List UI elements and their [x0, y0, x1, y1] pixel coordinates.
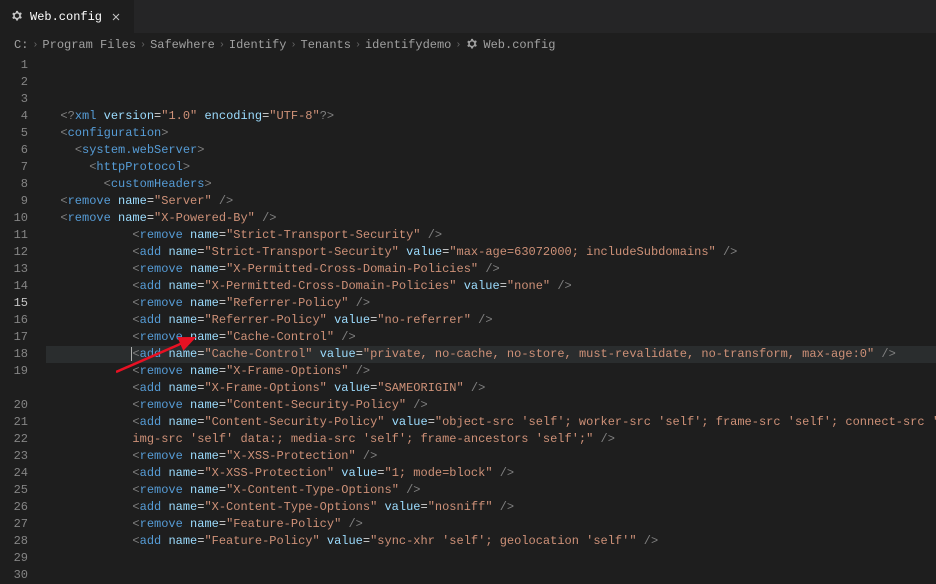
close-icon[interactable]	[108, 9, 124, 25]
code-line[interactable]: <remove name="Feature-Policy" />	[46, 516, 936, 533]
line-number-gutter: 1234567891011121314151617181920212223242…	[0, 56, 46, 550]
code-line[interactable]: <remove name="Content-Security-Policy" /…	[46, 397, 936, 414]
code-line[interactable]: img-src 'self' data:; media-src 'self'; …	[46, 431, 936, 448]
gear-icon	[465, 38, 479, 52]
line-number: 23	[0, 448, 28, 465]
breadcrumb-separator: ›	[32, 40, 38, 51]
line-number: 3	[0, 91, 28, 108]
code-line[interactable]: <add name="Cache-Control" value="private…	[46, 346, 936, 363]
line-number: 12	[0, 244, 28, 261]
breadcrumb-separator: ›	[355, 40, 361, 51]
code-line[interactable]: <remove name="X-XSS-Protection" />	[46, 448, 936, 465]
code-line[interactable]: <httpProtocol>	[46, 159, 936, 176]
line-number: 25	[0, 482, 28, 499]
breadcrumb-separator: ›	[291, 40, 297, 51]
breadcrumb-separator: ›	[140, 40, 146, 51]
breadcrumb-segment[interactable]: Program Files	[42, 38, 136, 52]
line-number: 18	[0, 346, 28, 363]
code-line[interactable]: <remove name="Referrer-Policy" />	[46, 295, 936, 312]
line-number: 30	[0, 567, 28, 584]
line-number: 15	[0, 295, 28, 312]
line-number: 2	[0, 74, 28, 91]
tab-webconfig[interactable]: Web.config	[0, 0, 134, 34]
line-number: 4	[0, 108, 28, 125]
gear-icon	[10, 10, 24, 24]
breadcrumb-separator: ›	[455, 40, 461, 51]
code-line[interactable]: <remove name="X-Permitted-Cross-Domain-P…	[46, 261, 936, 278]
line-number: 24	[0, 465, 28, 482]
breadcrumb-segment[interactable]: Identify	[229, 38, 287, 52]
line-number: 26	[0, 499, 28, 516]
line-number: 1	[0, 57, 28, 74]
code-line[interactable]: <add name="Content-Security-Policy" valu…	[46, 414, 936, 431]
code-line[interactable]: <add name="Referrer-Policy" value="no-re…	[46, 312, 936, 329]
line-number: 22	[0, 431, 28, 448]
line-number: 29	[0, 550, 28, 567]
code-line[interactable]: <remove name="X-Powered-By" />	[46, 210, 936, 227]
code-line[interactable]: <add name="X-Permitted-Cross-Domain-Poli…	[46, 278, 936, 295]
code-line[interactable]: <add name="X-Frame-Options" value="SAMEO…	[46, 380, 936, 397]
breadcrumb-segment[interactable]: Tenants	[301, 38, 351, 52]
breadcrumb-segment[interactable]: identifydemo	[365, 38, 451, 52]
code-editor[interactable]: 1234567891011121314151617181920212223242…	[0, 56, 936, 550]
line-number: 28	[0, 533, 28, 550]
code-line[interactable]: <remove name="X-Content-Type-Options" />	[46, 482, 936, 499]
line-number: 9	[0, 193, 28, 210]
line-number: 11	[0, 227, 28, 244]
line-number: 27	[0, 516, 28, 533]
line-number: 5	[0, 125, 28, 142]
line-number: 21	[0, 414, 28, 431]
breadcrumb-segment[interactable]: C:	[14, 38, 28, 52]
code-line[interactable]: <remove name="Cache-Control" />	[46, 329, 936, 346]
line-number: 7	[0, 159, 28, 176]
code-line[interactable]: <add name="X-XSS-Protection" value="1; m…	[46, 465, 936, 482]
code-line[interactable]: <add name="Feature-Policy" value="sync-x…	[46, 533, 936, 550]
breadcrumb[interactable]: C: › Program Files › Safewhere › Identify › Tena…	[0, 34, 936, 56]
code-line[interactable]: <add name="X-Content-Type-Options" value…	[46, 499, 936, 516]
code-line[interactable]: <remove name="Strict-Transport-Security"…	[46, 227, 936, 244]
breadcrumb-separator: ›	[219, 40, 225, 51]
code-line[interactable]: <?xml version="1.0" encoding="UTF-8"?>	[46, 108, 936, 125]
line-number: 16	[0, 312, 28, 329]
line-number: 20	[0, 397, 28, 414]
code-line[interactable]: <remove name="X-Frame-Options" />	[46, 363, 936, 380]
code-line[interactable]: <customHeaders>	[46, 176, 936, 193]
breadcrumb-segment[interactable]: Web.config	[483, 38, 555, 52]
tab-title: Web.config	[30, 10, 102, 24]
line-number: 8	[0, 176, 28, 193]
code-line[interactable]: <system.webServer>	[46, 142, 936, 159]
breadcrumb-segment[interactable]: Safewhere	[150, 38, 215, 52]
line-number: 13	[0, 261, 28, 278]
line-number: 19	[0, 363, 28, 380]
line-number: 10	[0, 210, 28, 227]
line-number: 14	[0, 278, 28, 295]
tab-bar: Web.config	[0, 0, 936, 34]
code-line[interactable]: <configuration>	[46, 125, 936, 142]
line-number: 6	[0, 142, 28, 159]
code-line[interactable]: <remove name="Server" />	[46, 193, 936, 210]
code-line[interactable]: <add name="Strict-Transport-Security" va…	[46, 244, 936, 261]
line-number: 17	[0, 329, 28, 346]
code-content[interactable]: <?xml version="1.0" encoding="UTF-8"?> <…	[46, 56, 936, 550]
